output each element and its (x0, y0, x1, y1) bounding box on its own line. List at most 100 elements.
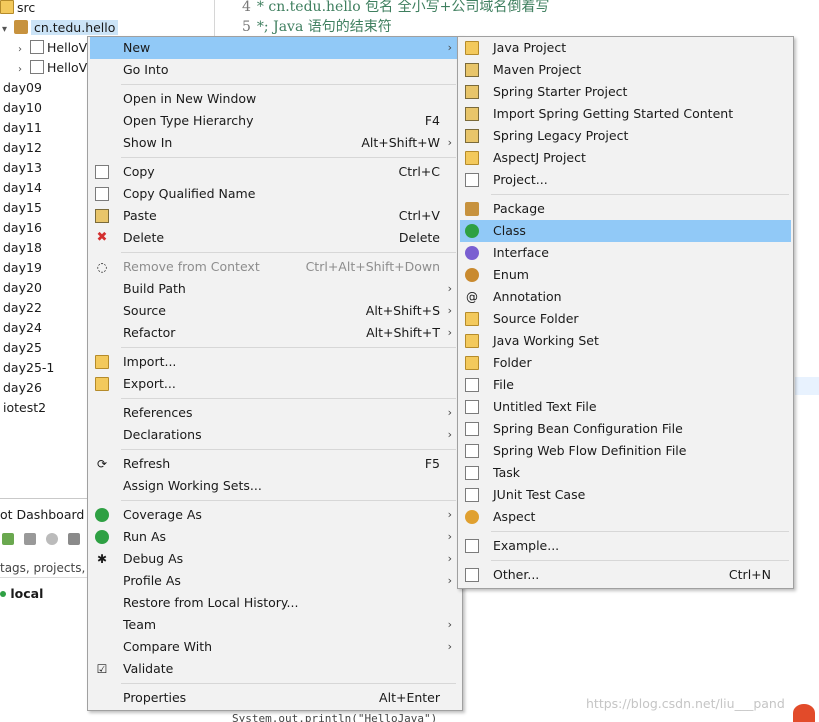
menu-item-assign-working-sets[interactable]: Assign Working Sets... (90, 475, 460, 497)
tree-item-folder[interactable]: day25-1 (3, 358, 54, 378)
spring-bean-icon (465, 422, 479, 436)
menu-item-new[interactable]: New › (90, 37, 460, 59)
menu-item-interface[interactable]: Interface (460, 242, 791, 264)
menu-item-export[interactable]: Export... (90, 373, 460, 395)
stop-icon[interactable] (24, 533, 36, 545)
tree-item-folder[interactable]: day19 (3, 258, 42, 278)
tree-item-label: HelloV (47, 60, 88, 75)
menu-item-other[interactable]: Other... Ctrl+N (460, 564, 791, 586)
menu-item-enum[interactable]: Enum (460, 264, 791, 286)
menu-item-aspect[interactable]: Aspect (460, 506, 791, 528)
tree-item-folder[interactable]: iotest2 (3, 398, 46, 418)
menu-item-spring-starter-project[interactable]: Spring Starter Project (460, 81, 791, 103)
menu-item-copy-qualified-name[interactable]: Copy Qualified Name (90, 183, 460, 205)
menu-item-validate[interactable]: ☑ Validate (90, 658, 460, 680)
menu-item-spring-web-flow-definition-file[interactable]: Spring Web Flow Definition File (460, 440, 791, 462)
menu-item-annotation[interactable]: @ Annotation (460, 286, 791, 308)
menu-item-aspectj-project[interactable]: AspectJ Project (460, 147, 791, 169)
menu-item-delete[interactable]: ✖ Delete Delete (90, 227, 460, 249)
menu-item-file[interactable]: File (460, 374, 791, 396)
tree-item-java-file[interactable]: › HelloV (18, 58, 87, 78)
menu-item-profile-as[interactable]: Profile As › (90, 570, 460, 592)
tree-item-folder[interactable]: day26 (3, 378, 42, 398)
menu-item-restore-from-local-history[interactable]: Restore from Local History... (90, 592, 460, 614)
tree-item-folder[interactable]: day10 (3, 98, 42, 118)
menu-item-java-project[interactable]: Java Project (460, 37, 791, 59)
menu-item-import[interactable]: Import... (90, 351, 460, 373)
tree-item-src[interactable]: src (0, 0, 35, 18)
menu-item-go-into[interactable]: Go Into (90, 59, 460, 81)
tree-item-folder[interactable]: day22 (3, 298, 42, 318)
spring-starter-icon (465, 85, 479, 99)
menu-item-copy[interactable]: Copy Ctrl+C (90, 161, 460, 183)
chevron-right-icon[interactable]: › (18, 40, 30, 60)
chevron-down-icon[interactable]: ▾ (2, 20, 14, 40)
menu-item-debug-as[interactable]: ✱ Debug As › (90, 548, 460, 570)
tree-item-folder[interactable]: day18 (3, 238, 42, 258)
menu-item-references[interactable]: References › (90, 402, 460, 424)
tree-item-package[interactable]: ▾ cn.tedu.hello (2, 18, 119, 40)
context-menu: New › Go Into Open in New Window Open Type H… (87, 36, 463, 711)
chevron-right-icon: › (447, 406, 452, 419)
menu-item-show-in[interactable]: Show In Alt+Shift+W › (90, 132, 460, 154)
spring-import-icon (465, 107, 479, 121)
debug-icon[interactable] (46, 533, 58, 545)
boot-dashboard-tab[interactable]: ot Dashboard (0, 505, 84, 525)
menu-item-coverage-as[interactable]: Coverage As › (90, 504, 460, 526)
local-target[interactable]: local (0, 585, 43, 603)
menu-item-source[interactable]: Source Alt+Shift+S › (90, 300, 460, 322)
tree-item-folder[interactable]: day15 (3, 198, 42, 218)
menu-item-java-working-set[interactable]: Java Working Set (460, 330, 791, 352)
menu-item-build-path[interactable]: Build Path › (90, 278, 460, 300)
menu-item-spring-bean-configuration-file[interactable]: Spring Bean Configuration File (460, 418, 791, 440)
menu-item-junit-test-case[interactable]: JUnit Test Case (460, 484, 791, 506)
tree-item-folder[interactable]: day14 (3, 178, 42, 198)
class-icon (465, 224, 479, 238)
console-icon[interactable] (68, 533, 80, 545)
menu-item-class[interactable]: Class (460, 220, 791, 242)
menu-item-refactor[interactable]: Refactor Alt+Shift+T › (90, 322, 460, 344)
menu-item-spring-legacy-project[interactable]: Spring Legacy Project (460, 125, 791, 147)
menu-item-source-folder[interactable]: Source Folder (460, 308, 791, 330)
tree-item-label: day18 (3, 240, 42, 255)
menu-item-team[interactable]: Team › (90, 614, 460, 636)
aspectj-project-icon (465, 151, 479, 165)
menu-item-import-spring-getting-started-content[interactable]: Import Spring Getting Started Content (460, 103, 791, 125)
menu-item-label: Compare With (123, 639, 213, 654)
remove-context-icon: ◌ (96, 260, 108, 274)
tree-item-folder[interactable]: day24 (3, 318, 42, 338)
menu-item-compare-with[interactable]: Compare With › (90, 636, 460, 658)
menu-item-maven-project[interactable]: Maven Project (460, 59, 791, 81)
menu-item-example[interactable]: Example... (460, 535, 791, 557)
tree-item-label: day10 (3, 100, 42, 115)
menu-item-package[interactable]: Package (460, 198, 791, 220)
menu-item-properties[interactable]: Properties Alt+Enter (90, 687, 460, 709)
tree-item-folder[interactable]: day20 (3, 278, 42, 298)
menu-item-folder[interactable]: Folder (460, 352, 791, 374)
run-icon (95, 530, 109, 544)
menu-item-open-type-hierarchy[interactable]: Open Type Hierarchy F4 (90, 110, 460, 132)
menu-item-label: Declarations (123, 427, 202, 442)
tree-item-folder[interactable]: day09 (3, 78, 42, 98)
aspect-icon (465, 510, 479, 524)
tree-item-folder[interactable]: day13 (3, 158, 42, 178)
menu-item-untitled-text-file[interactable]: Untitled Text File (460, 396, 791, 418)
menu-item-declarations[interactable]: Declarations › (90, 424, 460, 446)
menu-item-project[interactable]: Project... (460, 169, 791, 191)
tree-item-folder[interactable]: day16 (3, 218, 42, 238)
menu-item-paste[interactable]: Paste Ctrl+V (90, 205, 460, 227)
menu-item-refresh[interactable]: ⟳ Refresh F5 (90, 453, 460, 475)
dashboard-filter-input[interactable]: tags, projects, (0, 558, 88, 578)
start-icon[interactable] (2, 533, 14, 545)
menu-item-open-in-new-window[interactable]: Open in New Window (90, 88, 460, 110)
tree-item-folder[interactable]: day11 (3, 118, 42, 138)
menu-item-task[interactable]: Task (460, 462, 791, 484)
chevron-right-icon[interactable]: › (18, 60, 30, 80)
menu-item-run-as[interactable]: Run As › (90, 526, 460, 548)
tree-item-java-file[interactable]: › HelloV (18, 38, 87, 58)
export-icon (95, 377, 109, 391)
menu-item-label: New (123, 40, 151, 55)
tree-item-folder[interactable]: day12 (3, 138, 42, 158)
tree-item-folder[interactable]: day25 (3, 338, 42, 358)
watermark: https://blog.csdn.net/liu___pand (586, 696, 785, 711)
